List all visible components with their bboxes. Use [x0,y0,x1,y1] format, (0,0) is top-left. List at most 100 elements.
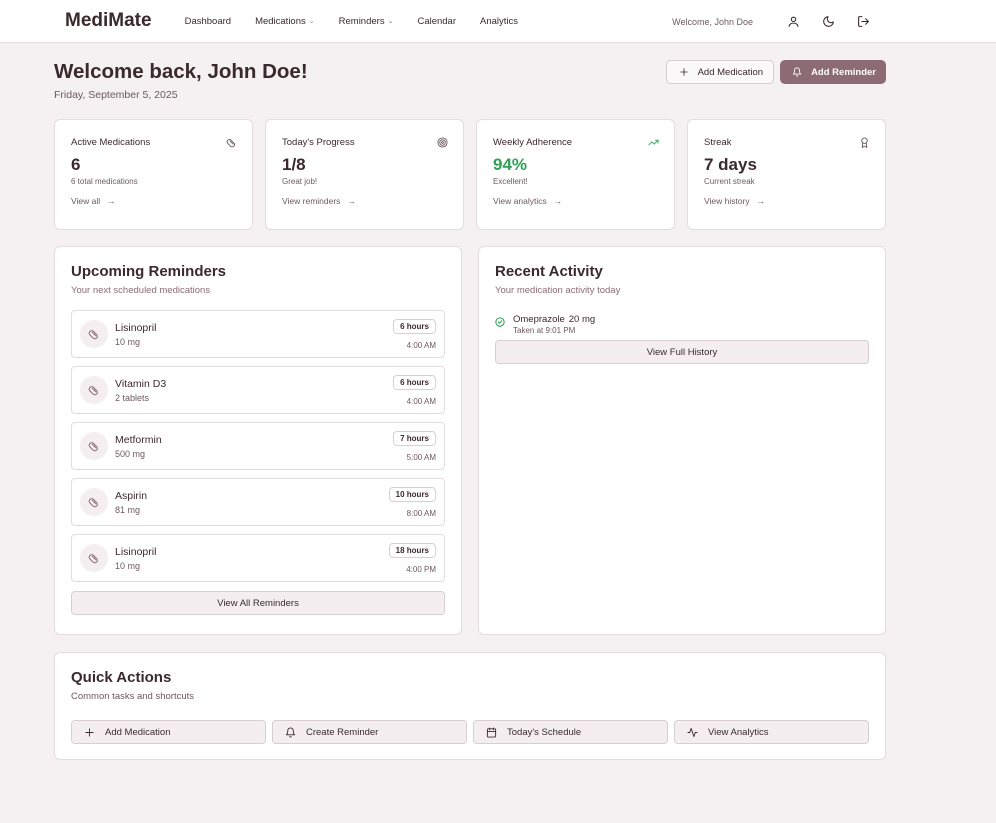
pill-icon [226,139,235,148]
reminder-text: Metformin 500 mg [115,434,162,459]
reminder-name: Lisinopril [115,321,157,334]
reminder-dose: 10 mg [115,560,141,571]
time-until-badge: 10 hours [388,487,436,502]
stat-card-active-medications: Active Medications 6 6 total medications… [54,119,253,230]
reminder-dose: 81 mg [115,504,141,515]
user-profile-button[interactable] [784,13,802,31]
nav-medications[interactable]: Medications ⌄ [255,16,315,27]
reminder-text: Aspirin 81 mg [115,490,147,515]
calendar-icon [486,726,497,738]
reminder-dose: 10 mg [115,336,141,347]
stat-value: 6 [71,155,81,174]
logout-button[interactable] [854,13,872,31]
bell-icon [792,67,802,77]
view-all-reminders-button[interactable]: View All Reminders [71,591,445,615]
target-icon [437,137,448,148]
chevron-down-icon: ⌄ [308,18,315,25]
nav-dashboard[interactable]: Dashboard [185,16,231,27]
button-label: View Analytics [708,726,769,738]
pill-icon-wrap [80,488,108,516]
arrow-right-icon: → [553,196,563,206]
reminder-time: 5:00 AM [406,453,436,462]
welcome-user-text: Welcome, John Doe [672,16,753,27]
reminder-item[interactable]: Aspirin 81 mg 10 hours 8:00 AM [71,478,445,526]
brand-logo[interactable]: MediMate [65,10,152,32]
moon-icon [822,16,834,27]
add-medication-button[interactable]: Add Medication [665,60,775,84]
dashboard-main: Welcome back, John Doe! Friday, Septembe… [54,43,886,760]
pill-icon-wrap [80,320,108,348]
reminder-time: 4:00 PM [406,565,436,574]
stat-card-streak: Streak 7 days Current streak View histor… [687,119,886,230]
activity-dose: 20 mg [568,314,596,325]
quick-view-analytics-button[interactable]: View Analytics [674,720,869,744]
theme-toggle-button[interactable] [819,13,837,31]
button-label: Add Medication [697,66,764,78]
view-analytics-link[interactable]: View analytics → [493,196,658,206]
stat-subtext: 6 total medications [71,177,138,186]
stat-subtext: Current streak [704,177,755,186]
view-all-link[interactable]: View all → [71,196,236,206]
pill-icon [88,498,98,508]
panel-title: Upcoming Reminders [71,263,227,280]
panel-subtitle: Your medication activity today [495,285,621,296]
nav-calendar[interactable]: Calendar [417,16,456,27]
nav-label: Medications [255,15,306,27]
trending-up-icon [648,139,659,146]
nav-label: Dashboard [184,15,232,27]
panel-subtitle: Common tasks and shortcuts [71,691,195,702]
plus-icon [85,727,94,737]
reminder-item[interactable]: Vitamin D3 2 tablets 6 hours 4:00 AM [71,366,445,414]
reminder-item[interactable]: Lisinopril 10 mg 18 hours 4:00 PM [71,534,445,582]
stat-label: Weekly Adherence [493,137,573,148]
quick-add-medication-button[interactable]: Add Medication [71,720,266,744]
view-full-history-button[interactable]: View Full History [495,340,869,364]
activity-item: Omeprazole 20 mg Taken at 9:01 PM [495,314,869,335]
view-history-link[interactable]: View history → [704,196,869,206]
pill-icon [88,554,98,564]
upcoming-reminders-panel: Upcoming Reminders Your next scheduled m… [54,246,462,635]
activity-time: Taken at 9:01 PM [513,326,576,335]
main-nav: Dashboard Medications ⌄ Reminders ⌄ Calend… [185,16,542,27]
reminder-time: 8:00 AM [406,509,436,518]
stat-subtext: Excellent! [493,177,528,186]
link-label: View reminders [282,196,341,206]
reminder-item[interactable]: Lisinopril 10 mg 6 hours 4:00 AM [71,310,445,358]
nav-analytics[interactable]: Analytics [480,16,518,27]
panel-title: Recent Activity [495,263,603,280]
pill-icon [88,442,98,452]
reminder-text: Lisinopril 10 mg [115,546,156,571]
time-until-badge: 18 hours [388,543,436,558]
panels-row: Upcoming Reminders Your next scheduled m… [54,246,886,635]
reminder-item[interactable]: Metformin 500 mg 7 hours 5:00 AM [71,422,445,470]
stat-card-weekly-adherence: Weekly Adherence 94% Excellent! View ana… [476,119,675,230]
stat-value: 1/8 [282,155,306,174]
user-icon [788,16,798,27]
reminder-dose: 500 mg [115,448,146,459]
reminder-text: Lisinopril 10 mg [115,322,156,347]
quick-create-reminder-button[interactable]: Create Reminder [272,720,467,744]
nav-reminders[interactable]: Reminders ⌄ [339,16,394,27]
page-title: Welcome back, John Doe! [54,60,308,83]
view-reminders-link[interactable]: View reminders → [282,196,447,206]
quick-todays-schedule-button[interactable]: Today's Schedule [473,720,668,744]
time-until-badge: 7 hours [393,431,436,446]
bell-icon [285,727,296,738]
logout-icon [857,16,869,27]
arrow-right-icon: → [756,196,766,206]
button-label: Add Medication [105,726,171,738]
add-reminder-button[interactable]: Add Reminder [780,60,886,84]
check-circle-icon [495,317,505,327]
page-header: Welcome back, John Doe! Friday, Septembe… [54,43,886,119]
current-date: Friday, September 5, 2025 [54,89,178,101]
time-until-badge: 6 hours [393,375,436,390]
link-label: View history [704,196,750,206]
user-area: Welcome, John Doe [672,0,872,43]
nav-label: Analytics [480,15,519,27]
stat-value: 94% [493,155,528,174]
activity-text: Omeprazole 20 mg Taken at 9:01 PM [513,314,595,335]
quick-action-buttons: Add Medication Create Reminder Today's S… [71,720,869,744]
quick-actions-panel: Quick Actions Common tasks and shortcuts… [54,652,886,760]
nav-label: Reminders [338,15,385,27]
stat-value: 7 days [704,155,757,174]
